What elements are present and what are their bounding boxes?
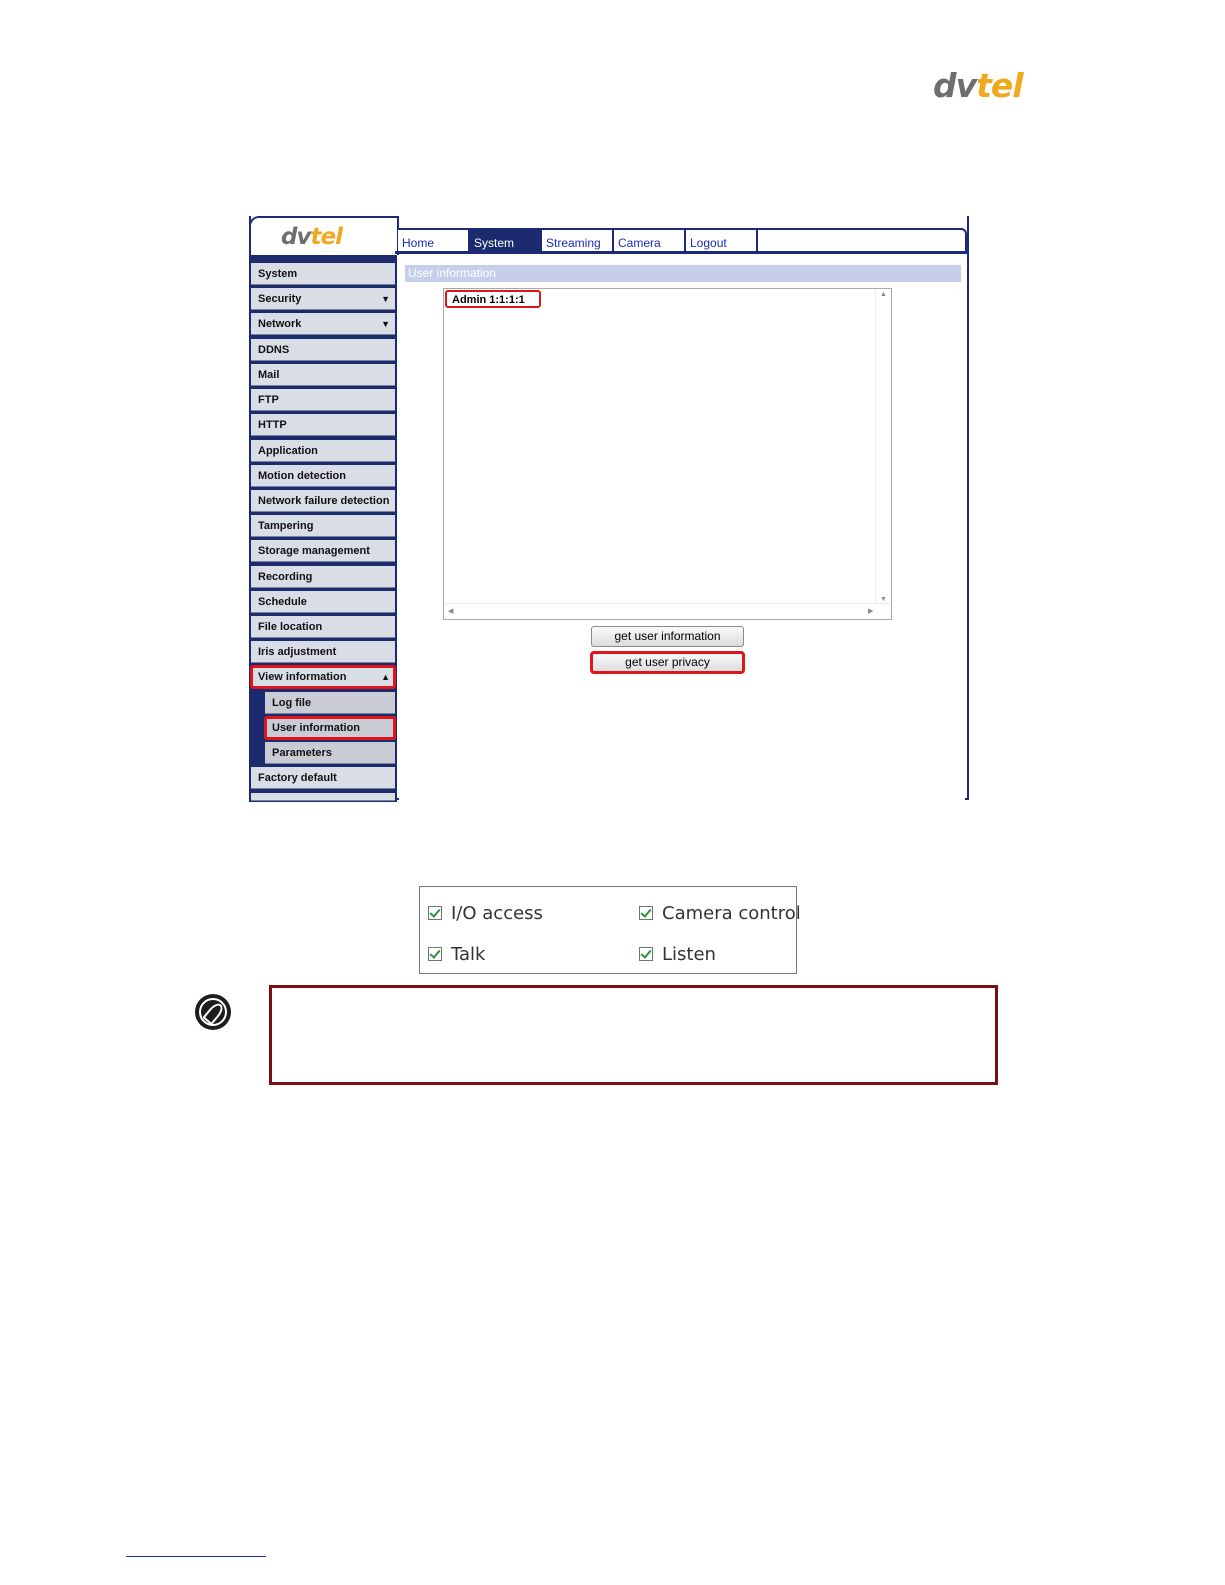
scroll-up-icon[interactable]: ▲ (880, 291, 887, 298)
main-nav: Home System Streaming Camera Logout (398, 230, 966, 253)
sidebar-item-partial (251, 793, 395, 801)
note-pen-icon (195, 994, 231, 1030)
sidebar-item-iris-adjustment[interactable]: Iris adjustment (251, 641, 395, 663)
sidebar-item-label: Network (258, 318, 302, 330)
sidebar-item-mail[interactable]: Mail (251, 364, 395, 386)
sidebar-item-label: Recording (258, 571, 313, 583)
sidebar-item-factory-default[interactable]: Factory default (251, 767, 395, 789)
sidebar-item-label: Iris adjustment (258, 646, 337, 658)
sidebar-item-ddns[interactable]: DDNS (251, 339, 395, 361)
sidebar-item-http[interactable]: HTTP (251, 414, 395, 436)
sidebar-item-label: Network failure detection (258, 495, 390, 507)
sidebar-item-schedule[interactable]: Schedule (251, 591, 395, 613)
checkbox-checked-icon[interactable] (639, 906, 653, 920)
sidebar-item-label: Log file (272, 697, 312, 709)
sidebar-item-storage-management[interactable]: Storage management (251, 540, 395, 562)
sidebar-item-ftp[interactable]: FTP (251, 389, 395, 411)
sidebar-item-label: HTTP (258, 419, 287, 431)
sidebar-item-network-failure-detection[interactable]: Network failure detection (251, 490, 395, 512)
user-entry: Admin 1:1:1:1 (445, 290, 541, 308)
nav-underline (395, 251, 967, 254)
permission-talk[interactable]: Talk (428, 945, 485, 965)
camera-web-ui: dvtel Home System Streaming Camera Logou… (249, 216, 969, 802)
permission-camera-control[interactable]: Camera control (639, 904, 801, 924)
sidebar-item-application[interactable]: Application (251, 440, 395, 462)
logo-tab: dvtel (249, 216, 399, 255)
vertical-scrollbar[interactable]: ▲ ▼ (875, 289, 891, 605)
sidebar-item-file-location[interactable]: File location (251, 616, 395, 638)
permission-listen[interactable]: Listen (639, 945, 716, 965)
tab-streaming[interactable]: Streaming (542, 230, 614, 251)
expand-arrow-icon: ▼ (381, 319, 390, 329)
sidebar-item-label: Mail (258, 369, 280, 381)
footer-link-underline (126, 1556, 266, 1557)
sidebar-item-security[interactable]: Security ▼ (251, 288, 395, 310)
sidebar-subitem-parameters[interactable]: Parameters (265, 742, 395, 764)
note-box (269, 985, 998, 1085)
tab-home[interactable]: Home (398, 230, 470, 251)
permission-io-access[interactable]: I/O access (428, 904, 543, 924)
sidebar-item-label: Factory default (258, 772, 337, 784)
sidebar-item-label: Parameters (272, 747, 332, 759)
sidebar-item-label: FTP (258, 394, 279, 406)
section-title: User information (405, 265, 961, 282)
sidebar-item-label: View information (258, 671, 347, 683)
sidebar-item-recording[interactable]: Recording (251, 566, 395, 588)
sidebar: System Security ▼ Network ▼ DDNS Mail FTP … (249, 255, 397, 802)
collapse-arrow-icon: ▲ (381, 672, 390, 682)
sidebar-item-tampering[interactable]: Tampering (251, 515, 395, 537)
checkbox-checked-icon[interactable] (428, 947, 442, 961)
expand-arrow-icon: ▼ (381, 294, 390, 304)
tab-system[interactable]: System (470, 230, 542, 251)
horizontal-scrollbar[interactable]: ◀ ▶ (444, 603, 891, 619)
privacy-permissions-panel: I/O access Camera control Talk Listen (419, 886, 801, 974)
sidebar-item-label: System (258, 268, 298, 280)
sidebar-item-label: DDNS (258, 344, 290, 356)
get-user-privacy-button[interactable]: get user privacy (590, 651, 745, 674)
user-info-textarea[interactable]: Admin 1:1:1:1 ▲ ▼ ◀ ▶ (443, 288, 892, 620)
sidebar-item-motion-detection[interactable]: Motion detection (251, 465, 395, 487)
checkbox-checked-icon[interactable] (639, 947, 653, 961)
sidebar-subitem-user-information[interactable]: User information (264, 716, 396, 740)
sidebar-item-network[interactable]: Network ▼ (251, 313, 395, 335)
tab-logout[interactable]: Logout (686, 230, 758, 251)
sidebar-item-view-information[interactable]: View information ▲ (250, 665, 396, 689)
scroll-down-icon[interactable]: ▼ (880, 596, 887, 603)
checkbox-checked-icon[interactable] (428, 906, 442, 920)
sidebar-item-label: User information (272, 722, 361, 734)
sidebar-item-label: Motion detection (258, 470, 346, 482)
tab-camera[interactable]: Camera (614, 230, 686, 251)
sidebar-item-label: Application (258, 445, 318, 457)
sidebar-item-label: File location (258, 621, 323, 633)
sidebar-item-label: Tampering (258, 520, 314, 532)
dvtel-logo: dvtel (933, 66, 1024, 105)
get-user-information-button[interactable]: get user information (591, 626, 744, 647)
sidebar-item-label: Schedule (258, 596, 307, 608)
ui-dvtel-logo: dvtel (281, 224, 343, 250)
scroll-right-icon[interactable]: ▶ (868, 607, 873, 615)
sidebar-item-label: Security (258, 293, 302, 305)
nav-empty-space (758, 230, 966, 253)
main-content: User information Admin 1:1:1:1 ▲ ▼ ◀ ▶ g… (399, 255, 965, 800)
sidebar-subitem-log-file[interactable]: Log file (265, 692, 395, 714)
scroll-left-icon[interactable]: ◀ (448, 607, 453, 615)
sidebar-item-system[interactable]: System (251, 263, 395, 285)
sidebar-item-label: Storage management (258, 545, 370, 557)
